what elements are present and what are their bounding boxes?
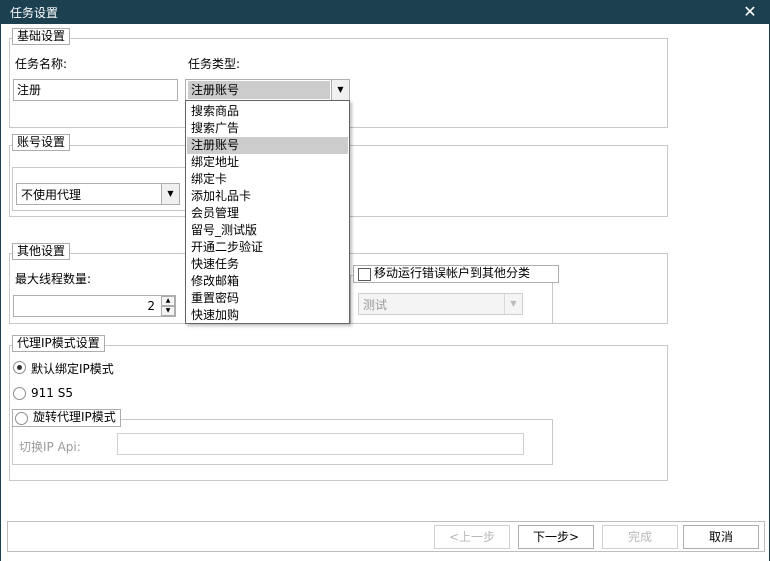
dropdown-option[interactable]: 会员管理	[187, 205, 348, 222]
max-threads-input[interactable]: 2	[13, 295, 176, 317]
task-type-dropdown-list: 搜索商品 搜索广告 注册账号 绑定地址 绑定卡 添加礼品卡 会员管理 留号_测试版 开通二步验证…	[185, 100, 350, 324]
spin-down-icon[interactable]: ▼	[161, 306, 175, 316]
rotate-proxy-label: 旋转代理IP模式	[33, 410, 116, 424]
dropdown-option[interactable]: 搜索广告	[187, 120, 348, 137]
dropdown-option[interactable]: 快速加购	[187, 307, 348, 324]
rotate-proxy-radio[interactable]	[15, 412, 28, 425]
default-ip-label: 默认绑定IP模式	[31, 362, 114, 376]
proxy-select[interactable]: 不使用代理 ▼	[16, 183, 180, 205]
task-type-label: 任务类型:	[188, 57, 241, 71]
default-ip-radio[interactable]	[13, 361, 26, 374]
account-settings-legend: 账号设置	[12, 134, 71, 151]
api-input[interactable]	[117, 433, 524, 455]
finish-button[interactable]: 完成	[602, 525, 678, 549]
proxy-value: 不使用代理	[21, 188, 82, 202]
category-value: 测试	[363, 298, 388, 312]
chevron-down-icon[interactable]: ▼	[331, 80, 349, 100]
task-type-select[interactable]: 注册账号 ▼	[185, 79, 350, 101]
chevron-down-icon[interactable]: ▼	[161, 184, 179, 204]
chevron-down-icon[interactable]: ▼	[504, 294, 522, 314]
dropdown-option[interactable]: 快速任务	[187, 256, 348, 273]
spin-up-icon[interactable]: ▲	[161, 296, 175, 306]
category-select[interactable]: 测试 ▼	[358, 293, 523, 315]
911-s5-radio[interactable]	[13, 387, 26, 400]
dropdown-option[interactable]: 留号_测试版	[187, 222, 348, 239]
dropdown-option[interactable]: 添加礼品卡	[187, 188, 348, 205]
basic-settings-legend: 基础设置	[12, 28, 71, 45]
dropdown-option[interactable]: 搜索商品	[187, 103, 348, 120]
task-type-value: 注册账号	[188, 81, 330, 99]
rotate-proxy-legend: 旋转代理IP模式	[12, 409, 121, 427]
task-name-label: 任务名称:	[15, 57, 68, 71]
move-error-checkbox[interactable]	[358, 268, 371, 281]
move-error-label: 移动运行错误帐户到其他分类	[374, 266, 531, 280]
dropdown-option[interactable]: 绑定卡	[187, 171, 348, 188]
api-label: 切换IP Api:	[19, 440, 81, 454]
dropdown-option[interactable]: 绑定地址	[187, 154, 348, 171]
move-error-legend: 移动运行错误帐户到其他分类	[353, 265, 559, 283]
911-s5-label: 911 S5	[31, 386, 73, 400]
max-threads-label: 最大线程数量:	[15, 272, 92, 286]
dropdown-option[interactable]: 重置密码	[187, 290, 348, 307]
dropdown-option[interactable]: 修改邮箱	[187, 273, 348, 290]
title-bar: 任务设置 ✕	[0, 0, 770, 24]
task-name-input[interactable]: 注册	[13, 79, 178, 101]
close-icon[interactable]: ✕	[740, 1, 760, 23]
window-title: 任务设置	[10, 6, 59, 20]
proxy-ip-legend: 代理IP模式设置	[12, 335, 105, 352]
dropdown-option[interactable]: 注册账号	[187, 137, 348, 154]
dropdown-option[interactable]: 开通二步验证	[187, 239, 348, 256]
next-button[interactable]: 下一步>	[518, 525, 594, 549]
other-settings-legend: 其他设置	[12, 243, 71, 260]
cancel-button[interactable]: 取消	[683, 525, 759, 549]
prev-button[interactable]: <上一步	[434, 525, 510, 549]
